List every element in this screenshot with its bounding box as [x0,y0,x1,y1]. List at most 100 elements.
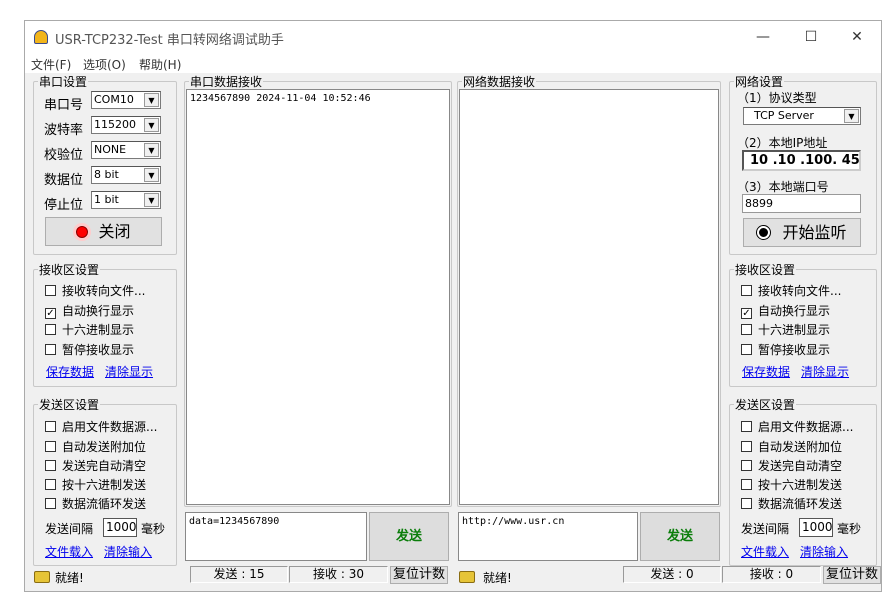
port-number-label: （3）本地端口号 [737,180,829,194]
checkbox-icon [741,285,752,296]
checkbox-label: 接收转向文件... [758,284,842,298]
interval-input[interactable]: 1000 [103,518,137,537]
status-text: 就绪! [55,571,84,585]
maximize-button[interactable]: ☐ [791,25,831,49]
sent-count: 发送 : 15 [190,566,288,583]
serial-recv-area[interactable]: 1234567890 2024-11-04 10:52:46 [186,89,450,505]
interval-label: 发送间隔 [45,522,94,536]
pause-display-checkbox[interactable]: 暂停接收显示 [45,341,134,358]
close-button[interactable]: ✕ [837,25,877,49]
recv-count: 接收 : 30 [289,566,388,583]
parity-value: NONE [94,143,127,156]
baud-select[interactable]: 115200 ▼ [91,116,161,134]
net-send-input[interactable]: http://www.usr.cn [458,512,638,561]
net-interval-input[interactable]: 1000 [799,518,833,537]
group-title: 串口设置 [39,75,88,89]
group-title: 串口数据接收 [190,75,263,89]
checkbox-checked-icon: ✓ [45,308,56,319]
databits-label: 数据位 [44,173,84,188]
net-clear-input-link[interactable]: 清除输入 [800,543,848,560]
port-select[interactable]: COM10 ▼ [91,91,161,109]
net-send-button[interactable]: 发送 [640,512,720,561]
port-input[interactable]: 8899 [742,194,861,213]
port-label: 串口号 [44,98,84,113]
checkbox-label: 自动发送附加位 [62,440,147,454]
checkbox-label: 按十六进制发送 [758,478,843,492]
group-title: 发送区设置 [735,398,796,412]
net-clear-display-link[interactable]: 清除显示 [801,363,849,380]
menu-bar: 文件(F) 选项(O) 帮助(H) [25,53,881,73]
checkbox-icon [741,344,752,355]
reset-count-button[interactable]: 复位计数 [390,566,448,584]
pointing-hand-icon [34,571,50,583]
checkbox-icon [741,421,752,432]
save-data-link[interactable]: 保存数据 [46,363,94,380]
checkbox-icon [45,285,56,296]
file-source-checkbox[interactable]: 启用文件数据源... [45,418,157,435]
ip-label: （2）本地IP地址 [737,136,828,150]
net-recv-to-file-checkbox[interactable]: 接收转向文件... [741,282,841,299]
baud-value: 115200 [94,118,136,131]
net-reset-count-button[interactable]: 复位计数 [823,566,881,584]
append-bit-checkbox[interactable]: 自动发送附加位 [45,438,146,455]
menu-help[interactable]: 帮助(H) [139,56,181,73]
net-loop-send-checkbox[interactable]: 数据流循环发送 [741,495,842,512]
checkbox-label: 按十六进制发送 [62,478,147,492]
net-hex-display-checkbox[interactable]: 十六进制显示 [741,321,830,338]
hex-send-checkbox[interactable]: 按十六进制发送 [45,476,146,493]
chevron-down-icon: ▼ [144,193,159,207]
group-title: 接收区设置 [39,263,100,277]
auto-clear-checkbox[interactable]: 发送完自动清空 [45,457,146,474]
net-load-file-link[interactable]: 文件载入 [741,543,789,560]
serial-send-input[interactable]: data=1234567890 [185,512,367,561]
net-sent-count: 发送 : 0 [623,566,721,583]
minimize-button[interactable]: — [743,25,783,49]
protocol-value: TCP Server [754,109,814,122]
menu-file[interactable]: 文件(F) [31,56,71,73]
net-file-source-checkbox[interactable]: 启用文件数据源... [741,418,853,435]
checkbox-label: 自动发送附加位 [758,440,843,454]
protocol-select[interactable]: TCP Server ▼ [743,107,861,125]
auto-wrap-checkbox[interactable]: ✓ 自动换行显示 [45,302,134,319]
net-save-data-link[interactable]: 保存数据 [742,363,790,380]
clear-input-link[interactable]: 清除输入 [104,543,152,560]
app-logo-icon [34,30,48,44]
group-title: 接收区设置 [735,263,796,277]
checkbox-icon [45,479,56,490]
checkbox-label: 接收转向文件... [62,284,146,298]
recv-to-file-checkbox[interactable]: 接收转向文件... [45,282,145,299]
databits-select[interactable]: 8 bit ▼ [91,166,161,184]
clear-display-link[interactable]: 清除显示 [105,363,153,380]
net-pause-display-checkbox[interactable]: 暂停接收显示 [741,341,830,358]
databits-value: 8 bit [94,168,119,181]
net-interval-label: 发送间隔 [741,522,790,536]
start-listen-button[interactable]: 开始监听 [743,218,861,247]
load-file-link[interactable]: 文件载入 [45,543,93,560]
checkbox-icon [741,324,752,335]
net-append-bit-checkbox[interactable]: 自动发送附加位 [741,438,842,455]
net-hex-send-checkbox[interactable]: 按十六进制发送 [741,476,842,493]
chevron-down-icon: ▼ [844,109,859,123]
net-auto-clear-checkbox[interactable]: 发送完自动清空 [741,457,842,474]
parity-select[interactable]: NONE ▼ [91,141,161,159]
ip-input[interactable]: 10 .10 .100. 45 [742,150,861,171]
checkbox-icon [741,479,752,490]
checkbox-label: 暂停接收显示 [758,343,831,357]
group-title: 网络设置 [735,75,784,89]
loop-send-checkbox[interactable]: 数据流循环发送 [45,495,146,512]
chevron-down-icon: ▼ [144,143,159,157]
net-auto-wrap-checkbox[interactable]: ✓ 自动换行显示 [741,302,830,319]
red-led-icon [76,226,89,238]
menu-options[interactable]: 选项(O) [83,56,126,73]
checkbox-label: 发送完自动清空 [758,459,843,473]
close-port-button[interactable]: 关闭 [45,217,162,246]
checkbox-icon [45,441,56,452]
checkbox-label: 十六进制显示 [758,323,831,337]
checkbox-label: 发送完自动清空 [62,459,147,473]
serial-send-button[interactable]: 发送 [369,512,449,561]
start-listen-label: 开始监听 [782,223,847,242]
stopbits-select[interactable]: 1 bit ▼ [91,191,161,209]
net-recv-area[interactable] [459,89,719,505]
hex-display-checkbox[interactable]: 十六进制显示 [45,321,134,338]
checkbox-icon [45,324,56,335]
